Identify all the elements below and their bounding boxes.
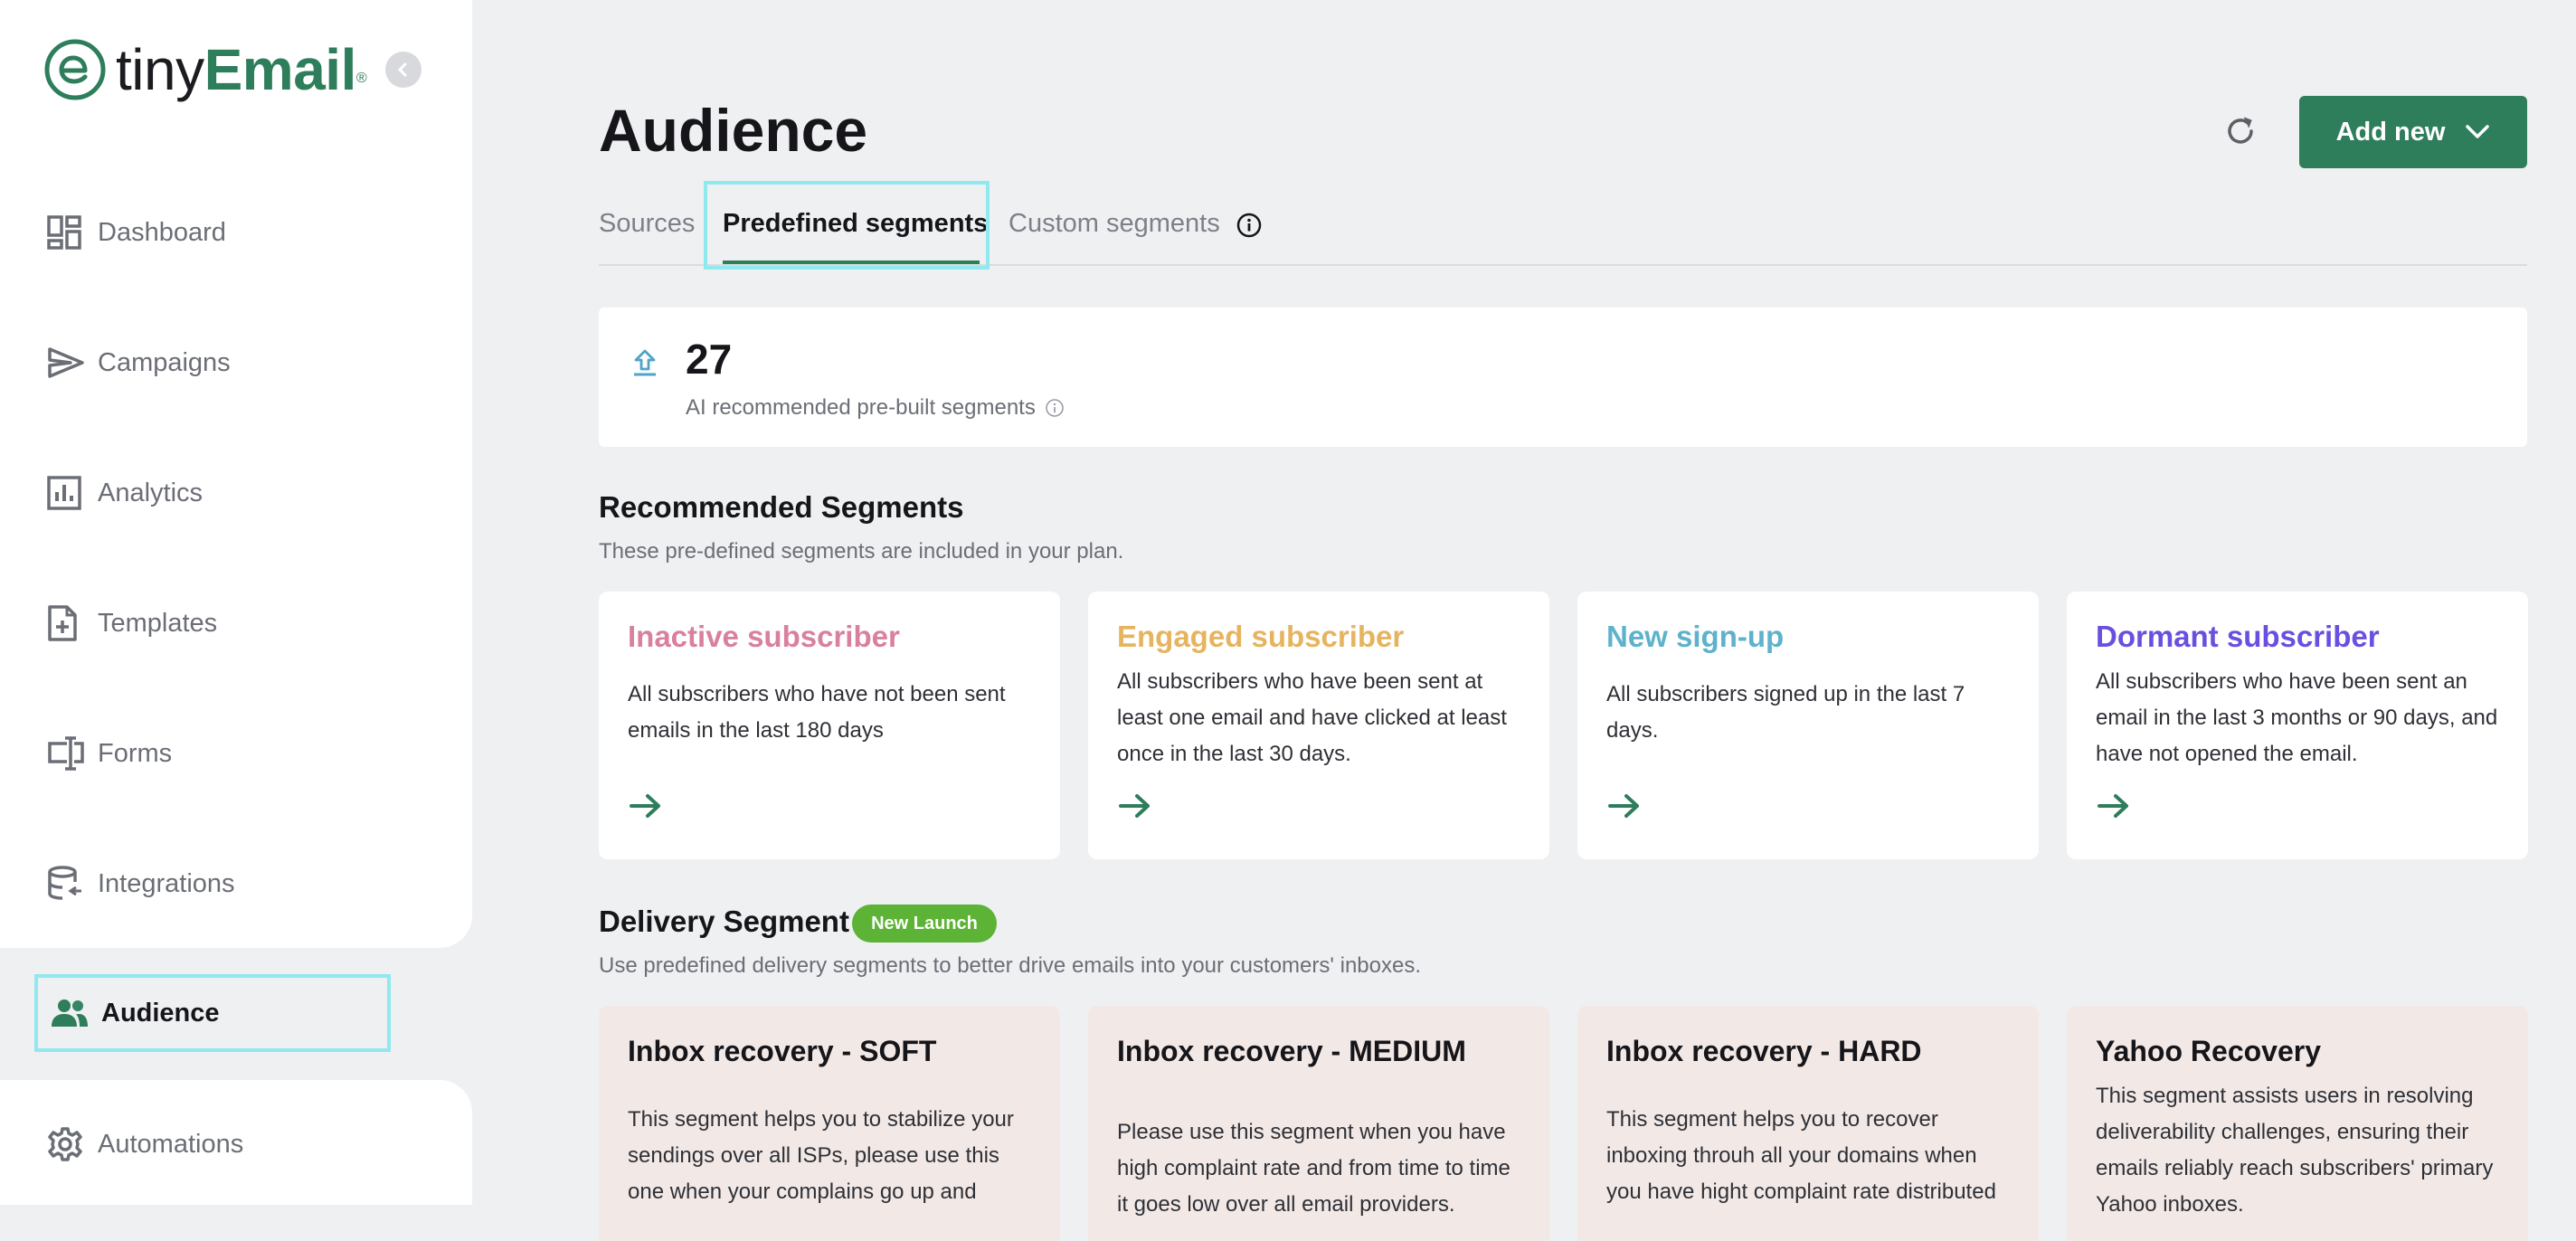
sidebar-item-label: Campaigns [98, 347, 231, 377]
sidebar-item-integrations[interactable]: Integrations [34, 848, 391, 920]
arrow-right-icon[interactable] [2096, 792, 2132, 819]
people-icon [38, 998, 101, 1028]
segment-card-description: All subscribers signed up in the last 7 … [1606, 682, 1965, 743]
arrow-right-icon[interactable] [628, 792, 664, 819]
refresh-icon [2228, 117, 2253, 144]
segment-card-new-signup[interactable]: New sign-up All subscribers signed up in… [1577, 592, 2039, 859]
chevron-down-icon [2466, 125, 2490, 138]
delivery-card-title: Inbox recovery - MEDIUM [1117, 1035, 1466, 1067]
sidebar-item-automations[interactable]: Automations [34, 1108, 391, 1180]
segment-count-value: 27 [686, 336, 733, 383]
delivery-card-inbox-soft[interactable]: Inbox recovery - SOFT This segment helps… [599, 1006, 1060, 1241]
segment-count-label-row: AI recommended pre-built segments [686, 393, 1065, 423]
delivery-card-inbox-hard[interactable]: Inbox recovery - HARD This segment helps… [1577, 1006, 2039, 1241]
segment-card-title: Inactive subscriber [628, 620, 900, 653]
delivery-card-description: This segment helps you to recover inboxi… [1606, 1107, 1996, 1204]
delivery-card-inbox-medium[interactable]: Inbox recovery - MEDIUM Please use this … [1088, 1006, 1549, 1241]
delivery-card-yahoo-recovery[interactable]: Yahoo Recovery This segment assists user… [2067, 1006, 2528, 1241]
recommended-segments-description: These pre-defined segments are included … [599, 539, 1124, 564]
send-icon [34, 346, 98, 379]
segment-card-title: Engaged subscriber [1117, 620, 1405, 653]
delivery-card-title: Inbox recovery - SOFT [628, 1035, 937, 1067]
sidebar-item-analytics[interactable]: Analytics [34, 457, 391, 529]
segment-count-card: 27 AI recommended pre-built segments [599, 308, 2527, 447]
logo-tiny: tiny [116, 37, 204, 102]
recommended-segments-title: Recommended Segments [599, 490, 964, 524]
delivery-card-description: Please use this segment when you have hi… [1117, 1120, 1511, 1217]
page-title: Audience [599, 97, 868, 164]
app-logo[interactable]: tinyEmail® [43, 37, 367, 102]
logo-registered: ® [355, 71, 367, 86]
sidebar-item-label: Audience [101, 998, 220, 1028]
dashboard-icon [34, 215, 98, 250]
sidebar: tinyEmail® Dashboard Campaigns Analytics… [0, 0, 472, 1205]
sidebar-item-forms[interactable]: Forms [34, 717, 391, 790]
sidebar-item-audience[interactable]: Audience [34, 974, 391, 1052]
delivery-card-description: This segment helps you to stabilize your… [628, 1107, 1014, 1204]
new-launch-badge: New Launch [852, 905, 997, 943]
segment-card-title: New sign-up [1606, 620, 1785, 653]
delivery-card-title: Yahoo Recovery [2096, 1035, 2321, 1067]
database-icon [34, 866, 98, 902]
add-new-button[interactable]: Add new [2299, 96, 2527, 168]
sidebar-item-dashboard[interactable]: Dashboard [34, 196, 391, 269]
analytics-icon [34, 476, 98, 510]
collapse-sidebar-button[interactable] [385, 52, 421, 88]
delivery-segment-title: Delivery Segment [599, 905, 849, 938]
sidebar-item-label: Forms [98, 738, 173, 768]
gear-icon [34, 1126, 98, 1162]
forms-icon [34, 736, 98, 771]
tab-bar: Sources Predefined segments Custom segme… [599, 181, 2527, 266]
segment-card-description: All subscribers who have not been sent e… [628, 682, 1006, 743]
delivery-card-description: This segment assists users in resolving … [2096, 1084, 2494, 1217]
sidebar-item-label: Templates [98, 608, 218, 638]
sidebar-item-templates[interactable]: Templates [34, 587, 391, 659]
segment-card-description: All subscribers who have been sent at le… [1117, 669, 1507, 766]
tab-sources[interactable]: Sources [599, 181, 695, 266]
tab-predefined-segments[interactable]: Predefined segments [723, 181, 988, 266]
upload-arrow-icon [634, 349, 656, 376]
sidebar-item-label: Integrations [98, 868, 235, 898]
segment-card-engaged[interactable]: Engaged subscriber All subscribers who h… [1088, 592, 1549, 859]
segment-card-inactive[interactable]: Inactive subscriber All subscribers who … [599, 592, 1060, 859]
sidebar-item-label: Automations [98, 1129, 244, 1159]
delivery-card-title: Inbox recovery - HARD [1606, 1035, 1922, 1067]
chevron-left-icon [398, 62, 407, 77]
arrow-right-icon[interactable] [1117, 792, 1153, 819]
segment-card-dormant[interactable]: Dormant subscriber All subscribers who h… [2067, 592, 2528, 859]
sidebar-item-label: Analytics [98, 478, 204, 507]
arrow-right-icon[interactable] [1606, 792, 1643, 819]
sidebar-item-label: Dashboard [98, 217, 226, 247]
logo-at-icon [44, 39, 106, 100]
sidebar-item-campaigns[interactable]: Campaigns [34, 327, 391, 399]
active-tab-underline [723, 261, 980, 264]
delivery-segment-description: Use predefined delivery segments to bett… [599, 953, 1422, 978]
segment-count-label: AI recommended pre-built segments [686, 395, 1036, 420]
logo-wordmark: tinyEmail® [116, 37, 367, 102]
logo-email: Email [204, 37, 357, 102]
refresh-button[interactable] [2220, 110, 2261, 152]
segment-card-description: All subscribers who have been sent an em… [2096, 669, 2498, 766]
tab-custom-segments[interactable]: Custom segments [1009, 181, 1220, 266]
template-icon [34, 604, 98, 642]
info-icon[interactable] [1045, 398, 1065, 418]
info-icon[interactable] [1236, 212, 1263, 239]
segment-card-title: Dormant subscriber [2096, 620, 2380, 653]
add-new-label: Add new [2335, 117, 2446, 147]
